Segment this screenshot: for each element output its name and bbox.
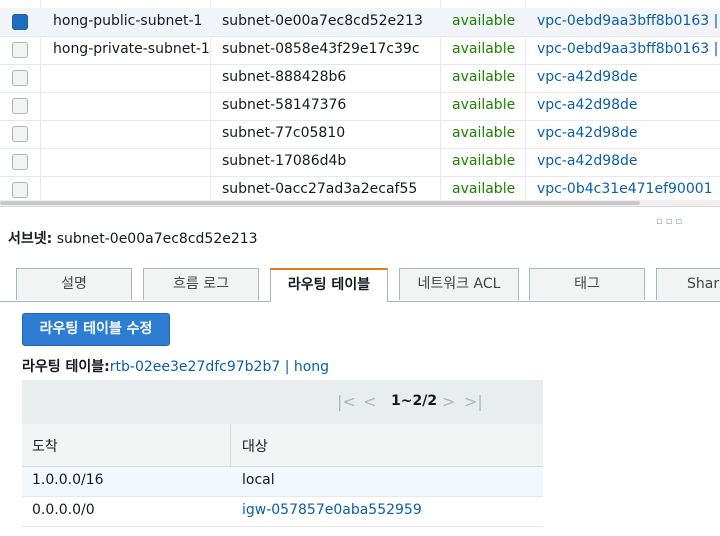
subnet-vpc-link[interactable]: vpc-0ebd9aa3bff8b0163 | bbox=[537, 41, 718, 57]
routes-table: |< < 1~2/2 > >| 도착 대상 1.0.0.0/16 local 0… bbox=[22, 380, 543, 527]
prev-page-icon[interactable]: < bbox=[363, 392, 376, 411]
subnet-state: available bbox=[452, 125, 516, 141]
route-destination: 0.0.0.0/0 bbox=[32, 502, 95, 518]
table-row[interactable]: subnet-888428b6 available vpc-a42d98de bbox=[0, 64, 720, 93]
route-table-label: 라우팅 테이블: bbox=[22, 359, 110, 375]
subnet-state: available bbox=[452, 181, 516, 197]
horizontal-scrollbar[interactable] bbox=[0, 200, 720, 206]
subnet-vpc-link[interactable]: vpc-a42d98de bbox=[537, 125, 638, 141]
subnet-state: available bbox=[452, 13, 516, 29]
subnet-name: hong-public-subnet-1 bbox=[53, 13, 203, 29]
table-row[interactable]: hong-private-subnet-1 subnet-0858e43f29e1… bbox=[0, 36, 720, 65]
detail-header: 서브넷: subnet-0e00a7ec8cd52e213 bbox=[8, 228, 258, 248]
detail-tabs: 설명 흐름 로그 라우팅 테이블 네트워크 ACL 태그 Shari bbox=[0, 266, 720, 302]
subnet-id: subnet-0acc27ad3a2ecaf55 bbox=[222, 181, 418, 197]
table-header: 도착 대상 bbox=[22, 424, 543, 467]
subnet-id: subnet-0e00a7ec8cd52e213 bbox=[222, 13, 423, 29]
page-indicator: 1~2/2 bbox=[391, 393, 438, 409]
subnet-state: available bbox=[452, 153, 516, 169]
subnet-id: subnet-0858e43f29e17c39c bbox=[222, 41, 420, 57]
first-page-icon[interactable]: |< bbox=[337, 392, 356, 411]
subnet-state: available bbox=[452, 41, 516, 57]
route-table-link[interactable]: rtb-02ee3e27dfc97b2b7 | hong bbox=[110, 359, 329, 375]
subnet-vpc-link[interactable]: vpc-a42d98de bbox=[537, 153, 638, 169]
subnet-vpc-link[interactable]: vpc-a42d98de bbox=[537, 69, 638, 85]
route-destination: 1.0.0.0/16 bbox=[32, 472, 104, 488]
row-checkbox[interactable] bbox=[12, 182, 28, 198]
column-header-destination[interactable]: 도착 bbox=[32, 436, 58, 456]
row-checkbox[interactable] bbox=[12, 42, 28, 58]
row-checkbox[interactable] bbox=[12, 14, 28, 30]
tab-description[interactable]: 설명 bbox=[16, 268, 132, 300]
subnet-id: subnet-888428b6 bbox=[222, 69, 347, 85]
column-header-target[interactable]: 대상 bbox=[242, 436, 268, 456]
subnet-id: subnet-77c05810 bbox=[222, 125, 346, 141]
subnet-id: subnet-17086d4b bbox=[222, 153, 347, 169]
last-page-icon[interactable]: >| bbox=[464, 392, 483, 411]
row-checkbox[interactable] bbox=[12, 154, 28, 170]
table-row[interactable]: subnet-58147376 available vpc-a42d98de bbox=[0, 92, 720, 121]
subnet-state: available bbox=[452, 97, 516, 113]
next-page-icon[interactable]: > bbox=[442, 392, 455, 411]
tab-tags[interactable]: 태그 bbox=[529, 268, 645, 300]
tab-sharing[interactable]: Shari bbox=[656, 268, 720, 300]
subnet-name: hong-private-subnet-1 bbox=[53, 41, 210, 57]
table-row[interactable]: hong-public-subnet-1 subnet-0e00a7ec8cd52… bbox=[0, 8, 720, 37]
row-checkbox[interactable] bbox=[12, 98, 28, 114]
row-checkbox[interactable] bbox=[12, 126, 28, 142]
table-row: 1.0.0.0/16 local bbox=[22, 467, 543, 497]
route-target: local bbox=[242, 472, 275, 488]
detail-subnet-id: subnet-0e00a7ec8cd52e213 bbox=[56, 231, 258, 247]
edit-route-table-button[interactable]: 라우팅 테이블 수정 bbox=[22, 313, 170, 346]
detail-label: 서브넷: bbox=[8, 231, 53, 247]
subnet-id: subnet-58147376 bbox=[222, 97, 347, 113]
column-divider bbox=[230, 424, 231, 466]
table-row: 0.0.0.0/0 igw-057857e0aba552959 bbox=[22, 497, 543, 527]
route-table-info: 라우팅 테이블:rtb-02ee3e27dfc97b2b7 | hong bbox=[22, 356, 329, 376]
row-checkbox[interactable] bbox=[12, 70, 28, 86]
tab-flow-logs[interactable]: 흐름 로그 bbox=[143, 268, 259, 300]
route-target-link[interactable]: igw-057857e0aba552959 bbox=[242, 502, 422, 518]
tab-network-acl[interactable]: 네트워크 ACL bbox=[399, 268, 519, 300]
subnet-vpc-link[interactable]: vpc-a42d98de bbox=[537, 97, 638, 113]
subnet-vpc-link[interactable]: vpc-0ebd9aa3bff8b0163 | bbox=[537, 13, 718, 29]
resize-handle-icon[interactable]: ▫▫▫ bbox=[656, 216, 685, 227]
table-row[interactable]: subnet-77c05810 available vpc-a42d98de bbox=[0, 120, 720, 149]
pagination-bar: |< < 1~2/2 > >| bbox=[22, 380, 543, 425]
subnet-state: available bbox=[452, 69, 516, 85]
tab-route-table[interactable]: 라우팅 테이블 bbox=[270, 268, 388, 302]
table-row[interactable]: subnet-17086d4b available vpc-a42d98de bbox=[0, 148, 720, 177]
subnet-table: hong-public-subnet-1 subnet-0e00a7ec8cd52… bbox=[0, 0, 720, 207]
scrollbar-thumb[interactable] bbox=[0, 201, 640, 205]
subnet-vpc-link[interactable]: vpc-0b4c31e471ef90001 bbox=[537, 181, 713, 197]
